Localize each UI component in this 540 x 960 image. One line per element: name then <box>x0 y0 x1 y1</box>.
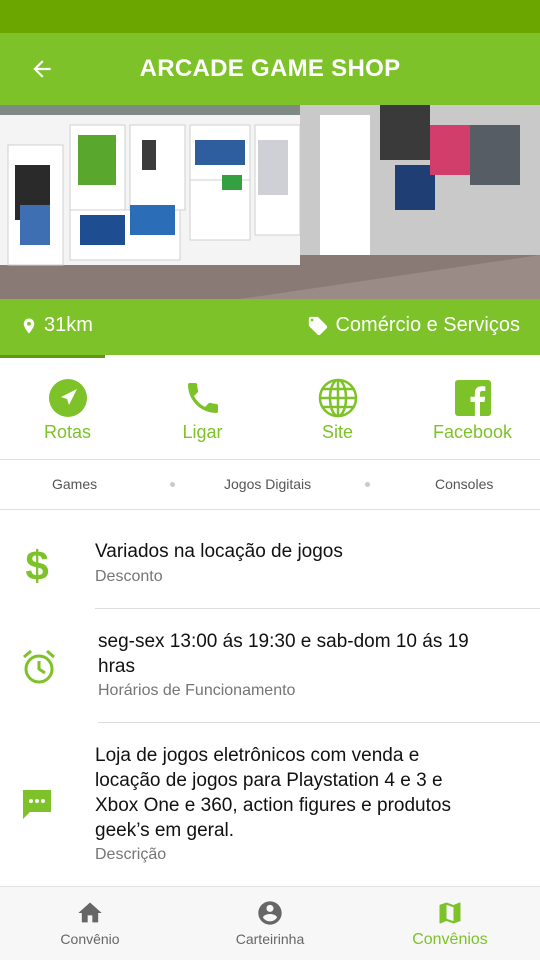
action-rotas[interactable]: Rotas <box>0 358 135 459</box>
description-line: Xbox One e 360, action figures e produto… <box>95 795 451 816</box>
tag-item: Games <box>52 476 98 492</box>
description-line: Loja de jogos eletrônicos com venda e <box>95 745 420 766</box>
app-bar: ARCADE GAME SHOP <box>0 33 540 105</box>
phone-icon <box>187 383 218 413</box>
action-site[interactable]: Site <box>270 358 405 459</box>
comment-icon <box>20 787 54 823</box>
action-label: Facebook <box>432 422 513 442</box>
info-strip: 31km Comércio e Serviços <box>0 299 540 355</box>
hours-title-line2: hras <box>98 656 135 677</box>
nav-carteirinha[interactable]: Carteirinha <box>180 887 360 960</box>
nav-label: Carteirinha <box>235 931 305 947</box>
location-pin-icon <box>23 318 35 333</box>
dollar-icon: $ <box>18 543 56 587</box>
tag-separator <box>170 482 175 487</box>
navigation-icon <box>48 379 87 417</box>
tag-item: Jogos Digitais <box>224 476 312 492</box>
nav-convenio[interactable]: Convênio <box>0 887 180 960</box>
facebook-icon <box>454 380 491 416</box>
alarm-clock-icon <box>20 647 58 687</box>
nav-label: Convênios <box>412 931 488 948</box>
tag-separator <box>365 482 370 487</box>
store-photo <box>0 105 540 299</box>
description-label: Descrição <box>95 846 167 863</box>
home-icon <box>78 902 102 923</box>
map-icon <box>439 902 461 924</box>
tag-item: Consoles <box>435 476 494 492</box>
distance-value: 31km <box>44 314 93 336</box>
action-bar: Rotas Ligar Site Facebook <box>0 358 540 460</box>
nav-label: Convênio <box>60 931 120 947</box>
action-facebook[interactable]: Facebook <box>405 358 540 459</box>
svg-text:$: $ <box>25 544 48 586</box>
nav-convenios[interactable]: Convênios <box>360 887 540 960</box>
page-title: ARCADE GAME SHOP <box>139 55 401 82</box>
discount-title: Variados na locação de jogos <box>95 541 343 562</box>
bottom-navigation: Convênio Carteirinha Convênios <box>0 886 540 960</box>
distance: 31km <box>20 314 93 337</box>
divider <box>98 722 540 723</box>
tag-icon <box>309 316 328 335</box>
discount-label: Desconto <box>95 568 163 585</box>
action-label: Rotas <box>43 422 92 442</box>
action-label: Ligar <box>182 422 223 442</box>
status-bar <box>0 0 540 33</box>
action-label: Site <box>321 422 354 442</box>
description-line: locação de jogos para Playstation 4 e 3 … <box>95 770 443 791</box>
category: Comércio e Serviços <box>307 314 520 337</box>
action-ligar[interactable]: Ligar <box>135 358 270 459</box>
hours-label: Horários de Funcionamento <box>98 682 296 699</box>
account-icon <box>258 901 282 925</box>
divider <box>95 608 540 609</box>
category-label: Comércio e Serviços <box>335 314 520 336</box>
globe-icon <box>318 378 357 418</box>
tag-list: Games Jogos Digitais Consoles <box>0 460 540 510</box>
description-line: geek’s em geral. <box>95 820 235 841</box>
hours-title-line1: seg-sex 13:00 ás 19:30 e sab-dom 10 ás 1… <box>98 631 469 652</box>
